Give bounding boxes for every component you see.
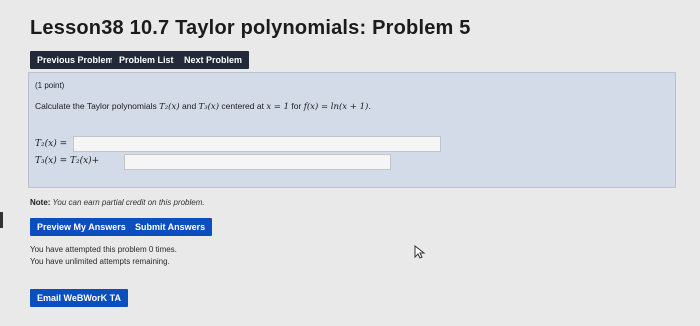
answer1-input[interactable] — [73, 136, 441, 152]
problem-question: Calculate the Taylor polynomials T₂(x) a… — [35, 101, 371, 112]
partial-credit-note: Note: You can earn partial credit on thi… — [30, 198, 205, 207]
problem-list-button[interactable]: Problem List — [112, 51, 181, 69]
question-and: and — [179, 101, 199, 111]
mouse-pointer-icon — [414, 244, 426, 264]
page-title: Lesson38 10.7 Taylor polynomials: Proble… — [30, 17, 471, 39]
question-prefix: Calculate the Taylor polynomials — [35, 101, 160, 111]
question-centered: centered at — [219, 101, 267, 111]
note-text: You can earn partial credit on this prob… — [50, 198, 205, 207]
attempts-remaining: You have unlimited attempts remaining. — [30, 257, 170, 266]
answer1-label: T₂(x) = — [35, 139, 68, 149]
previous-problem-button[interactable]: Previous Problem — [30, 51, 121, 69]
function-expression: f(x) = ln(x + 1). — [303, 102, 372, 112]
note-label: Note: — [30, 198, 51, 207]
question-for: for — [289, 101, 304, 111]
email-ta-button[interactable]: Email WeBWorK TA — [30, 289, 129, 307]
left-edge-marker — [0, 212, 3, 228]
next-problem-button[interactable]: Next Problem — [177, 51, 250, 69]
problem-box: (1 point) Calculate the Taylor polynomia… — [28, 72, 676, 188]
submit-answers-button[interactable]: Submit Answers — [128, 218, 213, 236]
preview-answers-button[interactable]: Preview My Answers — [30, 218, 133, 236]
attempts-status: You have attempted this problem 0 times. — [30, 245, 177, 254]
answer2-label: T₃(x) = T₂(x)+ — [35, 156, 100, 166]
t2-expression: T₂(x) — [159, 102, 180, 112]
center-expression: x = 1 — [266, 102, 290, 112]
points-label: (1 point) — [35, 81, 65, 90]
t3-expression: T₃(x) — [198, 102, 220, 112]
answer2-input[interactable] — [124, 154, 391, 170]
